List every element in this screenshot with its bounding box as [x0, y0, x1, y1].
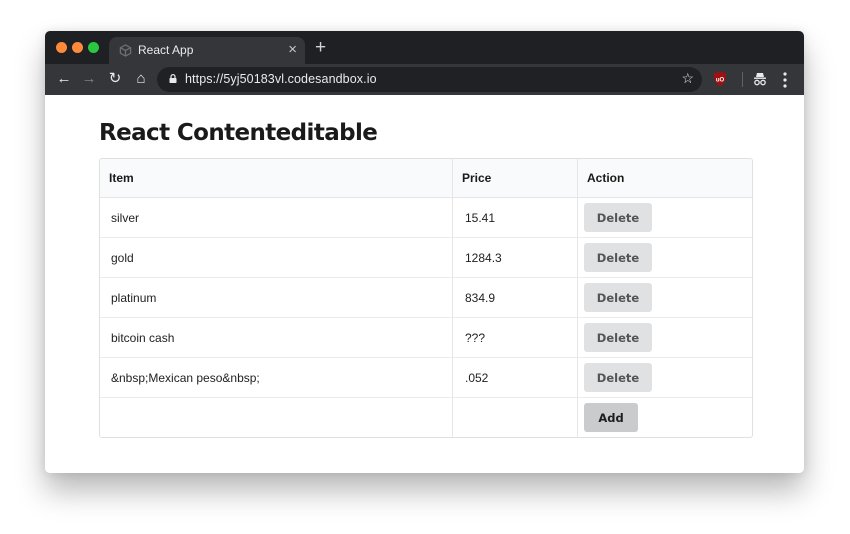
header-price: Price	[452, 159, 578, 198]
action-cell: Delete	[577, 237, 752, 278]
codesandbox-cube-icon	[119, 44, 132, 57]
url-text[interactable]: https://5yj50183vl.codesandbox.io	[185, 72, 377, 86]
table-row: &nbsp;Mexican peso&nbsp; .052 Delete	[100, 357, 752, 398]
reload-icon[interactable]: ↻	[105, 69, 125, 89]
window-close-button[interactable]	[56, 42, 67, 53]
new-price-cell[interactable]	[452, 397, 578, 437]
action-cell: Delete	[577, 277, 752, 318]
item-cell[interactable]: platinum	[100, 277, 453, 318]
tab-title: React App	[138, 43, 194, 57]
price-cell[interactable]: 834.9	[452, 277, 578, 318]
back-arrow-icon[interactable]: ←	[54, 69, 74, 89]
add-button[interactable]: Add	[584, 403, 638, 432]
delete-button[interactable]: Delete	[584, 283, 652, 312]
item-cell[interactable]: &nbsp;Mexican peso&nbsp;	[100, 357, 453, 398]
action-cell: Delete	[577, 317, 752, 358]
page-content: React Contenteditable Item Price Action …	[45, 95, 804, 473]
delete-button[interactable]: Delete	[584, 323, 652, 352]
lock-icon	[169, 74, 177, 83]
delete-button[interactable]: Delete	[584, 203, 652, 232]
action-cell: Add	[577, 397, 752, 437]
new-tab-button[interactable]: +	[315, 38, 326, 58]
table-row: silver 15.41 Delete	[100, 197, 752, 238]
new-row: Add	[100, 397, 752, 437]
price-cell[interactable]: ???	[452, 317, 578, 358]
price-cell[interactable]: 15.41	[452, 197, 578, 238]
address-bar[interactable]: https://5yj50183vl.codesandbox.io ☆	[157, 67, 702, 92]
table-row: bitcoin cash ??? Delete	[100, 317, 752, 358]
ublock-origin-icon[interactable]: uO	[713, 71, 727, 87]
price-cell[interactable]: 1284.3	[452, 237, 578, 278]
item-cell[interactable]: bitcoin cash	[100, 317, 453, 358]
window-maximize-button[interactable]	[88, 42, 99, 53]
action-cell: Delete	[577, 357, 752, 398]
delete-button[interactable]: Delete	[584, 363, 652, 392]
item-cell[interactable]: gold	[100, 237, 453, 278]
tab-close-icon[interactable]: ×	[288, 41, 297, 59]
home-icon[interactable]: ⌂	[131, 69, 151, 89]
header-action: Action	[577, 159, 752, 198]
bookmark-star-icon[interactable]: ☆	[681, 70, 694, 87]
table-row: platinum 834.9 Delete	[100, 277, 752, 318]
browser-window: React App × + ← → ↻ ⌂ https://5yj50183vl…	[45, 31, 804, 473]
new-item-cell[interactable]	[100, 397, 453, 437]
browser-toolbar: ← → ↻ ⌂ https://5yj50183vl.codesandbox.i…	[45, 64, 804, 95]
item-cell[interactable]: silver	[100, 198, 453, 238]
items-table: Item Price Action silver 15.41 Delete go…	[99, 158, 753, 438]
header-item: Item	[100, 159, 453, 198]
action-cell: Delete	[577, 197, 752, 238]
price-cell[interactable]: .052	[452, 357, 578, 398]
window-minimize-button[interactable]	[72, 42, 83, 53]
incognito-icon[interactable]	[753, 71, 767, 87]
forward-arrow-icon[interactable]: →	[79, 69, 99, 89]
page-title: React Contenteditable	[99, 120, 378, 146]
table-row: gold 1284.3 Delete	[100, 237, 752, 278]
svg-text:uO: uO	[716, 78, 725, 84]
tab-react-app[interactable]: React App ×	[109, 37, 305, 64]
table-header-row: Item Price Action	[100, 159, 752, 198]
tab-strip: React App × +	[45, 31, 804, 64]
toolbar-divider	[742, 72, 743, 87]
delete-button[interactable]: Delete	[584, 243, 652, 272]
menu-kebab-icon[interactable]	[781, 70, 789, 90]
